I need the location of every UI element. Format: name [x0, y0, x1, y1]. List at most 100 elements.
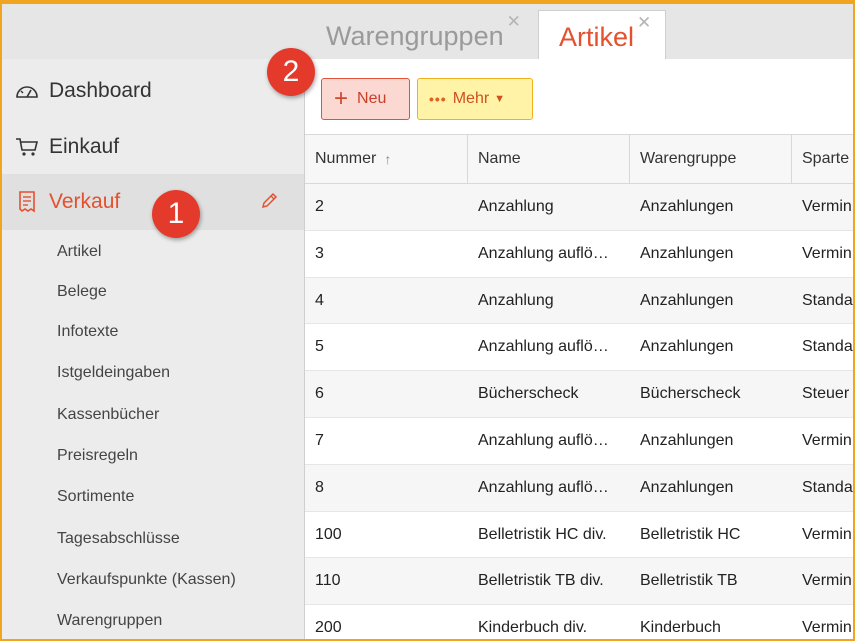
cell-name: Anzahlung auflö… [478, 244, 609, 262]
table-header: Nummer ↑ Name Warengruppe Sparte [305, 134, 853, 184]
sidebar-subitem-infotexte[interactable]: Infotexte [57, 323, 118, 341]
column-header-warengruppe[interactable]: Warengruppe [630, 135, 792, 183]
sidebar-item-dashboard[interactable]: Dashboard [2, 63, 304, 119]
cell-name: Belletristik TB div. [478, 572, 604, 590]
new-button[interactable]: + Neu [321, 78, 410, 120]
table-row[interactable]: 2 Anzahlung Anzahlungen Vermin [305, 184, 853, 231]
plus-icon: + [334, 85, 349, 112]
sidebar-subitem-preisregeln[interactable]: Preisregeln [57, 447, 138, 465]
cell-warengruppe: Kinderbuch [640, 619, 721, 637]
cell-warengruppe: Anzahlungen [640, 431, 734, 449]
cell-nummer: 110 [315, 572, 341, 590]
table-row[interactable]: 3 Anzahlung auflö… Anzahlungen Vermin [305, 231, 853, 278]
table-row[interactable]: 110 Belletristik TB div. Belletristik TB… [305, 558, 853, 606]
cart-icon [14, 136, 40, 158]
receipt-icon [14, 191, 40, 213]
cell-nummer: 4 [315, 291, 324, 309]
cell-nummer: 5 [315, 338, 324, 356]
sidebar-subitem-verkaufspunkte[interactable]: Verkaufspunkte (Kassen) [57, 571, 236, 589]
table-body: 2 Anzahlung Anzahlungen Vermin 3 Anzahlu… [305, 184, 853, 639]
pencil-icon[interactable] [260, 192, 278, 216]
cell-warengruppe: Belletristik TB [640, 572, 738, 590]
cell-name: Bücherscheck [478, 385, 579, 403]
tab-warengruppen[interactable]: Warengruppen ✕ [326, 10, 536, 59]
cell-nummer: 2 [315, 198, 324, 215]
cell-warengruppe: Bücherscheck [640, 385, 741, 403]
sidebar-item-label: Dashboard [49, 79, 152, 102]
column-label: Sparte [802, 150, 850, 167]
cell-warengruppe: Anzahlungen [640, 291, 734, 309]
tab-bar: Warengruppen ✕ Artikel ✕ [2, 4, 853, 59]
cell-warengruppe: Anzahlungen [640, 198, 734, 215]
cell-sparte: Standa [802, 338, 853, 356]
tab-label: Artikel [559, 22, 635, 52]
cell-nummer: 100 [315, 525, 342, 543]
more-dots-icon: ••• [429, 91, 447, 107]
cell-sparte: Vermin [802, 525, 852, 543]
table-row[interactable]: 6 Bücherscheck Bücherscheck Steuer [305, 371, 853, 418]
cell-sparte: Standa [802, 478, 853, 496]
cell-nummer: 7 [315, 431, 324, 449]
sidebar-item-label: Einkauf [49, 135, 120, 158]
cell-sparte: Steuer [802, 385, 850, 403]
tab-label: Warengruppen [326, 21, 504, 51]
cell-name: Anzahlung [478, 198, 554, 215]
cell-name: Anzahlung auflö… [478, 338, 609, 356]
cell-sparte: Vermin [802, 572, 852, 590]
cell-sparte: Vermin [802, 198, 852, 215]
cell-warengruppe: Belletristik HC [640, 525, 741, 543]
sidebar-subitem-belege[interactable]: Belege [57, 283, 107, 301]
close-icon[interactable]: ✕ [637, 14, 651, 31]
table-row[interactable]: 100 Belletristik HC div. Belletristik HC… [305, 512, 853, 559]
cell-warengruppe: Anzahlungen [640, 244, 734, 262]
column-header-sparte[interactable]: Sparte [792, 135, 853, 183]
caret-down-icon: ▼ [494, 93, 506, 105]
sidebar-subitem-artikel[interactable]: Artikel [57, 243, 101, 261]
cell-name: Anzahlung auflö… [478, 431, 609, 449]
new-button-label: Neu [357, 90, 387, 107]
sidebar-subitem-sortimente[interactable]: Sortimente [57, 488, 134, 506]
close-icon[interactable]: ✕ [507, 13, 521, 30]
table-row[interactable]: 5 Anzahlung auflö… Anzahlungen Standa [305, 324, 853, 372]
column-label: Nummer [315, 150, 377, 167]
cell-nummer: 200 [315, 619, 342, 637]
table-row[interactable]: 4 Anzahlung Anzahlungen Standa [305, 277, 853, 325]
more-button[interactable]: ••• Mehr ▼ [417, 78, 533, 120]
sidebar-subitem-tagesabschluesse[interactable]: Tagesabschlüsse [57, 530, 180, 548]
cell-name: Anzahlung [478, 291, 554, 309]
sidebar-item-label: Verkauf [49, 190, 121, 213]
cell-sparte: Vermin [802, 244, 852, 262]
column-label: Name [478, 150, 521, 167]
cell-warengruppe: Anzahlungen [640, 478, 734, 496]
sidebar-subitem-warengruppen[interactable]: Warengruppen [57, 612, 162, 630]
column-header-name[interactable]: Name [468, 135, 630, 183]
articles-table: Nummer ↑ Name Warengruppe Sparte 2 Anzah… [305, 134, 853, 639]
annotation-badge-2: 2 [267, 48, 315, 96]
cell-sparte: Vermin [802, 619, 852, 637]
cell-sparte: Standa [802, 291, 853, 309]
table-row[interactable]: 8 Anzahlung auflö… Anzahlungen Standa [305, 464, 853, 512]
app-window: Warengruppen ✕ Artikel ✕ Dashboard Einka… [0, 0, 855, 641]
cell-warengruppe: Anzahlungen [640, 338, 734, 356]
sidebar-subitem-kassenbuecher[interactable]: Kassenbücher [57, 406, 159, 424]
cell-nummer: 6 [315, 385, 324, 403]
cell-name: Anzahlung auflö… [478, 478, 609, 496]
column-header-nummer[interactable]: Nummer ↑ [305, 135, 468, 183]
table-row[interactable]: 7 Anzahlung auflö… Anzahlungen Vermin [305, 418, 853, 465]
cell-name: Belletristik HC div. [478, 525, 607, 543]
tab-artikel[interactable]: Artikel ✕ [538, 10, 666, 59]
sidebar: Dashboard Einkauf Verkauf Artikel Belege… [2, 59, 304, 639]
cell-nummer: 8 [315, 478, 324, 496]
sidebar-subitem-istgeldeingaben[interactable]: Istgeldeingaben [57, 364, 170, 382]
sidebar-item-einkauf[interactable]: Einkauf [2, 119, 304, 175]
cell-name: Kinderbuch div. [478, 619, 588, 637]
table-row[interactable]: 200 Kinderbuch div. Kinderbuch Vermin [305, 605, 853, 639]
toolbar: + Neu ••• Mehr ▼ [305, 59, 853, 131]
dashboard-icon [14, 80, 40, 102]
main-content: + Neu ••• Mehr ▼ Nummer ↑ Name Warengrup… [304, 59, 853, 639]
more-button-label: Mehr [452, 90, 490, 107]
cell-sparte: Vermin [802, 431, 852, 449]
column-label: Warengruppe [640, 150, 737, 167]
cell-nummer: 3 [315, 244, 324, 262]
sort-ascending-icon: ↑ [384, 151, 392, 167]
